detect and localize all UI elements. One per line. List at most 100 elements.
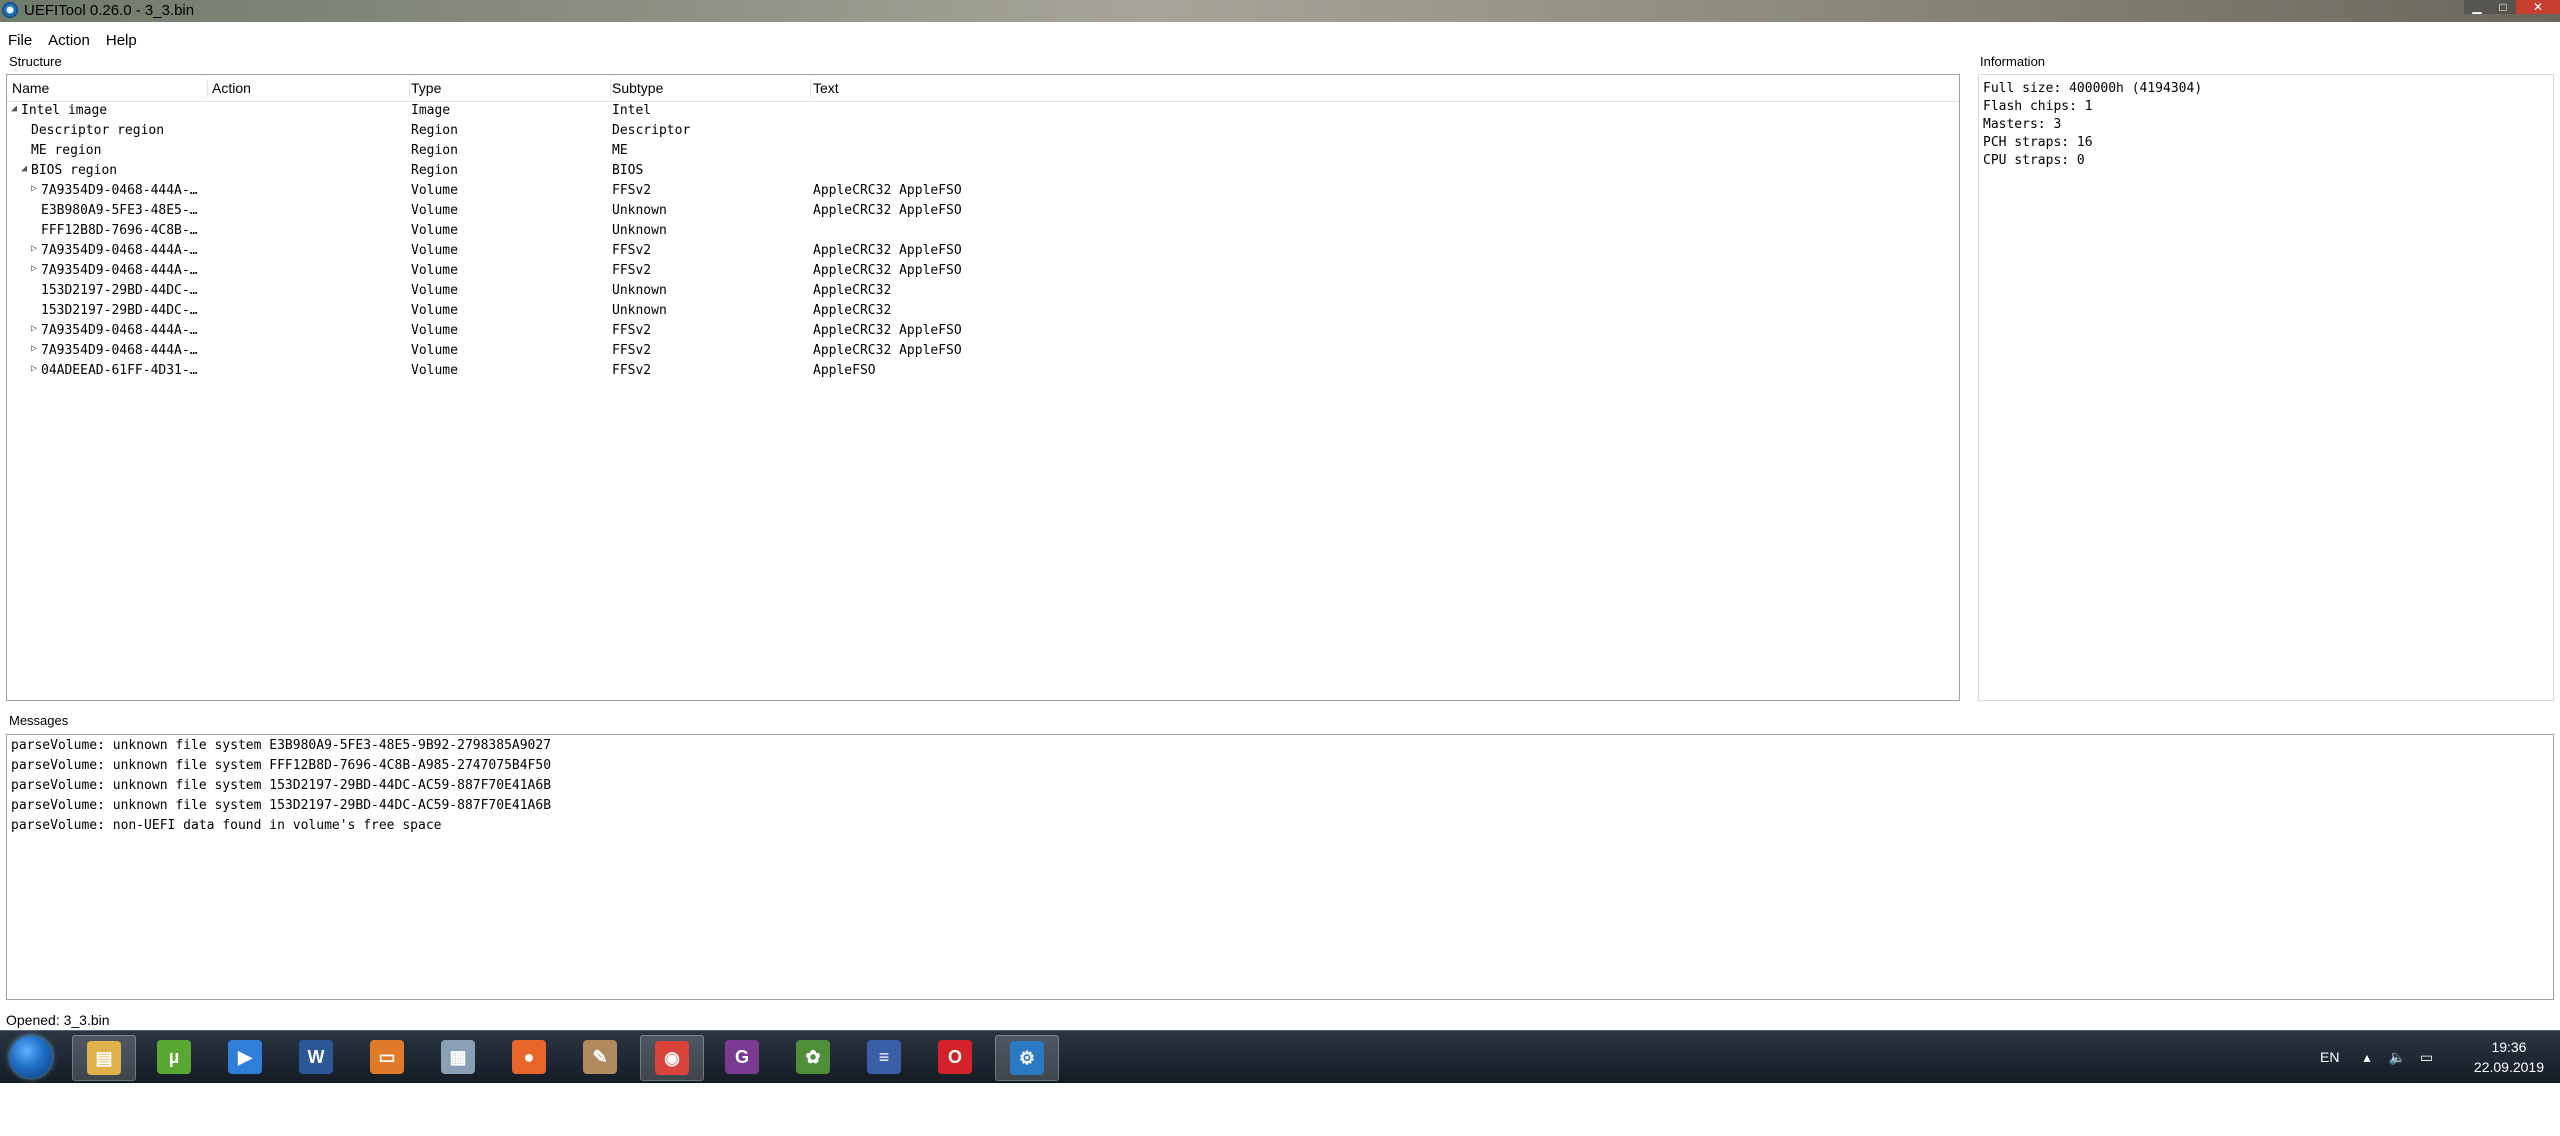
- network-icon[interactable]: ▭: [2420, 1049, 2433, 1066]
- tree-row[interactable]: ▷ 7A9354D9-0468-444A-… Volume FFSv2 AppleCRC…: [7, 341, 1959, 361]
- expand-arrow-icon[interactable]: ▷: [31, 343, 37, 354]
- taskbar-button[interactable]: ▭: [356, 1035, 418, 1079]
- start-button[interactable]: [10, 1036, 52, 1078]
- row-text: AppleCRC32 AppleFSO: [813, 343, 962, 358]
- row-text: AppleCRC32 AppleFSO: [813, 263, 962, 278]
- slides-icon: ▭: [370, 1040, 404, 1074]
- image-viewer-icon: ✎: [583, 1040, 617, 1074]
- taskbar-button[interactable]: ▤: [72, 1035, 136, 1081]
- row-subtype: FFSv2: [612, 363, 652, 378]
- expand-arrow-icon[interactable]: ▷: [31, 243, 37, 254]
- clock[interactable]: 19:36 22.09.2019: [2474, 1037, 2544, 1077]
- taskbar-button[interactable]: µ: [143, 1035, 205, 1079]
- tree-row[interactable]: Descriptor region Region Descriptor: [7, 121, 1959, 141]
- information-panel: Full size: 400000h (4194304) Flash chips:…: [1978, 74, 2554, 701]
- information-text: Full size: 400000h (4194304) Flash chips:…: [1983, 81, 2202, 171]
- app-icon: [2, 2, 18, 18]
- row-name: 153D2197-29BD-44DC-…: [41, 303, 198, 318]
- minimize-button[interactable]: ▁: [2464, 0, 2490, 14]
- message-line[interactable]: parseVolume: unknown file system 153D219…: [11, 778, 551, 798]
- row-name: 7A9354D9-0468-444A-…: [41, 263, 198, 278]
- row-subtype: FFSv2: [612, 343, 652, 358]
- collapse-arrow-icon[interactable]: ◢: [21, 163, 27, 174]
- maximize-button[interactable]: □: [2490, 0, 2516, 14]
- row-name: 7A9354D9-0468-444A-…: [41, 323, 198, 338]
- tree-row[interactable]: FFF12B8D-7696-4C8B-… Volume Unknown: [7, 221, 1959, 241]
- message-line[interactable]: parseVolume: unknown file system FFF12B8…: [11, 758, 551, 778]
- document-icon: ≡: [867, 1040, 901, 1074]
- column-text[interactable]: Text: [813, 80, 839, 96]
- taskbar-button[interactable]: ⚙: [995, 1035, 1059, 1081]
- collapse-arrow-icon[interactable]: ◢: [11, 103, 17, 114]
- expand-arrow-icon[interactable]: ▷: [31, 263, 37, 274]
- language-indicator[interactable]: EN: [2320, 1049, 2339, 1065]
- row-subtype: FFSv2: [612, 263, 652, 278]
- uefitool-icon: ⚙: [1010, 1041, 1044, 1075]
- taskbar-button[interactable]: ▦: [427, 1035, 489, 1079]
- opera-icon: O: [938, 1040, 972, 1074]
- tree-row[interactable]: ▷ 04ADEEAD-61FF-4D31-… Volume FFSv2 AppleFSO: [7, 361, 1959, 381]
- structure-tree[interactable]: Name Action Type Subtype Text ◢ Intel ima…: [6, 74, 1960, 701]
- column-subtype[interactable]: Subtype: [612, 80, 663, 96]
- messages-panel[interactable]: parseVolume: unknown file system E3B980A…: [6, 734, 2554, 1000]
- info-line: PCH straps: 16: [1983, 135, 2093, 150]
- taskbar-button[interactable]: ▶: [214, 1035, 276, 1079]
- column-name[interactable]: Name: [12, 80, 49, 96]
- tree-row[interactable]: ▷ 7A9354D9-0468-444A-… Volume FFSv2 AppleCRC…: [7, 261, 1959, 281]
- calculator-icon: ▦: [441, 1040, 475, 1074]
- taskbar-button[interactable]: ✿: [782, 1035, 844, 1079]
- row-text: AppleCRC32 AppleFSO: [813, 243, 962, 258]
- row-name: 7A9354D9-0468-444A-…: [41, 343, 198, 358]
- volume-icon[interactable]: 🔈: [2388, 1049, 2405, 1066]
- row-type: Volume: [411, 343, 458, 358]
- tree-row[interactable]: 153D2197-29BD-44DC-… Volume Unknown AppleCR…: [7, 281, 1959, 301]
- expand-arrow-icon[interactable]: ▷: [31, 183, 37, 194]
- menu-file[interactable]: File: [8, 32, 32, 49]
- structure-label: Structure: [9, 54, 62, 69]
- row-name: 7A9354D9-0468-444A-…: [41, 183, 198, 198]
- taskbar-button[interactable]: W: [285, 1035, 347, 1079]
- taskbar-button[interactable]: ✎: [569, 1035, 631, 1079]
- tree-row[interactable]: ▷ 7A9354D9-0468-444A-… Volume FFSv2 AppleCRC…: [7, 321, 1959, 341]
- row-subtype: Intel: [612, 103, 652, 118]
- system-tray: EN ▴ 🔈 ▭: [2320, 1031, 2433, 1083]
- show-hidden-icons-icon[interactable]: ▴: [2363, 1049, 2370, 1066]
- row-type: Region: [411, 163, 458, 178]
- tree-row[interactable]: ◢ Intel image Image Intel: [7, 101, 1959, 121]
- firefox-icon: ●: [512, 1040, 546, 1074]
- expand-arrow-icon[interactable]: ▷: [31, 323, 37, 334]
- clock-date: 22.09.2019: [2473, 1059, 2544, 1075]
- row-name: FFF12B8D-7696-4C8B-…: [41, 223, 198, 238]
- taskbar: ▤ µ ▶ W ▭ ▦ ● ✎ ◉ G ✿ ≡ O ⚙ EN ▴ 🔈 ▭ 19:36 22.09.2019: [0, 1030, 2560, 1083]
- row-name: E3B980A9-5FE3-48E5-…: [41, 203, 198, 218]
- taskbar-button[interactable]: ●: [498, 1035, 560, 1079]
- column-action[interactable]: Action: [212, 80, 251, 96]
- row-name: BIOS region: [31, 163, 118, 178]
- tree-row[interactable]: ▷ 7A9354D9-0468-444A-… Volume FFSv2 AppleCRC…: [7, 181, 1959, 201]
- taskbar-button[interactable]: O: [924, 1035, 986, 1079]
- message-line[interactable]: parseVolume: unknown file system 153D219…: [11, 798, 551, 818]
- row-type: Volume: [411, 183, 458, 198]
- row-type: Volume: [411, 243, 458, 258]
- row-type: Volume: [411, 303, 458, 318]
- message-line[interactable]: parseVolume: unknown file system E3B980A…: [11, 738, 551, 758]
- window-controls: ▁ □ ✕: [2464, 0, 2560, 14]
- taskbar-button[interactable]: ◉: [640, 1035, 704, 1081]
- expand-arrow-icon[interactable]: ▷: [31, 363, 37, 374]
- column-type[interactable]: Type: [411, 80, 441, 96]
- menu-action[interactable]: Action: [48, 32, 90, 49]
- taskbar-button[interactable]: G: [711, 1035, 773, 1079]
- media-player-icon: ▶: [228, 1040, 262, 1074]
- tree-row[interactable]: ▷ 7A9354D9-0468-444A-… Volume FFSv2 AppleCRC…: [7, 241, 1959, 261]
- row-name: 04ADEEAD-61FF-4D31-…: [41, 363, 198, 378]
- tree-row[interactable]: ME region Region ME: [7, 141, 1959, 161]
- message-line[interactable]: parseVolume: non-UEFI data found in volu…: [11, 818, 551, 838]
- tree-row[interactable]: E3B980A9-5FE3-48E5-… Volume Unknown AppleCR…: [7, 201, 1959, 221]
- menu-help[interactable]: Help: [106, 32, 137, 49]
- close-button[interactable]: ✕: [2516, 0, 2560, 14]
- taskbar-button[interactable]: ≡: [853, 1035, 915, 1079]
- tree-row[interactable]: ◢ BIOS region Region BIOS: [7, 161, 1959, 181]
- tree-row[interactable]: 153D2197-29BD-44DC-… Volume Unknown AppleCR…: [7, 301, 1959, 321]
- window-title: UEFITool 0.26.0 - 3_3.bin: [24, 2, 195, 19]
- structure-header: Name Action Type Subtype Text: [7, 75, 1959, 102]
